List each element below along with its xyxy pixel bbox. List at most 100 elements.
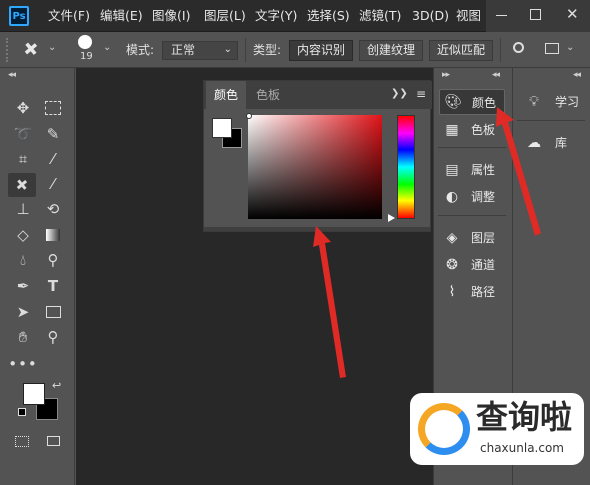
grid-icon: ▦ [445, 122, 459, 138]
channels-icon: ❂ [446, 257, 458, 273]
brush-preview-icon[interactable] [78, 35, 92, 49]
title-bar: Ps 文件(F) 编辑(E) 图像(I) 图层(L) 文字(Y) 选择(S) 滤… [0, 0, 590, 32]
panel-item-adjustments[interactable]: ◐ 调整 [439, 184, 505, 210]
menu-view[interactable]: 视图 [456, 0, 481, 32]
marquee-tool-icon[interactable] [43, 98, 63, 118]
tab-color[interactable]: 颜色 [206, 81, 246, 109]
panel-item-swatches[interactable]: ▦ 色板 [439, 117, 505, 143]
lasso-tool-icon[interactable]: ➰ [13, 124, 33, 144]
properties-icon: ▤ [445, 162, 459, 178]
brush-tool-icon[interactable]: ⁄ [43, 174, 63, 194]
move-tool-icon[interactable]: ✥ [13, 98, 33, 118]
hue-slider[interactable] [397, 115, 415, 219]
divider [517, 120, 585, 121]
minimize-icon[interactable] [496, 15, 507, 16]
mode-select[interactable]: 正常 ⌄ [162, 41, 238, 60]
chevron-down-icon[interactable]: ⌄ [48, 42, 56, 53]
panel-item-layers[interactable]: ◈ 图层 [439, 225, 505, 251]
expand-arrows-icon[interactable]: ❯❯ [391, 88, 408, 99]
crop-tool-icon[interactable]: ⌗ [13, 149, 33, 169]
menu-filter[interactable]: 滤镜(T) [359, 0, 401, 32]
panel-item-paths[interactable]: ⌇ 路径 [439, 279, 505, 305]
menu-image[interactable]: 图像(I) [152, 0, 190, 32]
adjustments-icon: ◐ [445, 189, 459, 205]
watermark-logo-icon [418, 403, 470, 455]
saturation-value-field[interactable] [248, 115, 382, 219]
watermark-url: chaxunla.com [480, 441, 564, 455]
panel-item-properties-label: 属性 [471, 163, 496, 177]
color-panel-tabs: 颜色 色板 ❯❯ ≡ [204, 81, 432, 109]
creative-cloud-icon: ☁ [527, 135, 541, 151]
collapse-arrows-icon[interactable]: ◂◂ [573, 70, 581, 80]
screen-mode-icon[interactable] [47, 436, 60, 446]
quick-selection-tool-icon[interactable]: ✎ [43, 124, 63, 144]
create-texture-button[interactable]: 创建纹理 [359, 40, 423, 61]
collapse-arrows-icon[interactable]: ▸▸ [442, 70, 450, 80]
layers-icon: ◈ [446, 230, 458, 246]
menu-file[interactable]: 文件(F) [48, 0, 90, 32]
panel-item-layers-label: 图层 [471, 231, 496, 245]
maximize-icon[interactable] [530, 9, 541, 20]
panel-menu-icon[interactable]: ≡ [416, 87, 426, 101]
divider [245, 38, 246, 62]
workspace-icon[interactable] [545, 43, 559, 54]
menu-edit[interactable]: 编辑(E) [100, 0, 143, 32]
menu-3d[interactable]: 3D(D) [412, 0, 449, 32]
panel-item-color[interactable]: 🎨︎ 颜色 [439, 89, 505, 115]
dodge-tool-icon[interactable]: ⚲ [43, 250, 63, 270]
options-bar: ✚ ⌄ 19 ⌄ 模式: 正常 ⌄ 类型: 内容识别 创建纹理 近似匹配 ⌄ [0, 32, 590, 68]
menu-layer[interactable]: 图层(L) [204, 0, 246, 32]
panel-bottom-edge [204, 227, 430, 231]
chevron-down-icon[interactable]: ⌄ [566, 42, 574, 53]
proximity-match-button[interactable]: 近似匹配 [429, 40, 493, 61]
close-icon[interactable]: ✕ [566, 5, 579, 23]
hand-tool-icon[interactable]: ✋︎ [13, 327, 33, 347]
panel-item-paths-label: 路径 [471, 285, 496, 299]
panel-item-libraries[interactable]: ☁ 库 [519, 130, 585, 156]
panel-item-learn[interactable]: 💡︎ 学习 [519, 89, 585, 115]
pen-tool-icon[interactable]: ✒ [13, 276, 33, 296]
type-label: 类型: [253, 43, 282, 57]
photoshop-logo: Ps [9, 6, 29, 26]
collapse-arrows-icon[interactable]: ◂◂ [8, 70, 16, 80]
menu-type[interactable]: 文字(Y) [255, 0, 297, 32]
swap-colors-icon[interactable]: ↩ [52, 379, 61, 392]
panel-foreground-swatch[interactable] [212, 118, 232, 138]
hue-slider-handle[interactable] [388, 214, 395, 222]
tab-swatches[interactable]: 色板 [248, 81, 288, 109]
brush-picker-chevron-icon[interactable]: ⌄ [103, 42, 111, 53]
eraser-tool-icon[interactable]: ◇ [13, 225, 33, 245]
path-selection-tool-icon[interactable]: ➤ [13, 302, 33, 322]
panel-item-color-label: 颜色 [472, 96, 497, 110]
quick-mask-icon[interactable] [15, 436, 29, 447]
blur-tool-icon[interactable]: 💧︎ [13, 250, 33, 270]
menu-select[interactable]: 选择(S) [307, 0, 350, 32]
chevron-down-icon: ⌄ [223, 44, 232, 55]
more-tools-icon[interactable]: ••• [8, 354, 37, 374]
search-icon[interactable] [513, 42, 524, 53]
panel-item-learn-label: 学习 [555, 95, 580, 109]
grip-icon [6, 38, 12, 62]
color-picker-handle[interactable] [246, 113, 252, 119]
history-brush-tool-icon[interactable]: ⟲ [43, 199, 63, 219]
panel-item-swatches-label: 色板 [471, 123, 496, 137]
spot-healing-brush-icon[interactable]: ✚ [15, 33, 49, 67]
content-aware-button[interactable]: 内容识别 [289, 40, 353, 61]
eyedropper-tool-icon[interactable]: ⁄ [43, 149, 63, 169]
mode-select-value: 正常 [171, 43, 196, 57]
zoom-tool-icon[interactable]: ⚲ [43, 327, 63, 347]
gradient-tool-icon[interactable] [43, 225, 63, 245]
watermark-title: 查询啦 [476, 398, 573, 436]
expand-arrows-icon[interactable]: ◂◂ [492, 70, 500, 80]
panel-item-channels[interactable]: ❂ 通道 [439, 252, 505, 278]
clone-stamp-tool-icon[interactable]: ⊥ [13, 199, 33, 219]
default-colors-icon[interactable] [18, 408, 26, 416]
panel-item-properties[interactable]: ▤ 属性 [439, 157, 505, 183]
type-tool-icon[interactable]: T [43, 276, 63, 296]
rectangle-tool-icon[interactable] [43, 302, 63, 322]
spot-healing-tool-icon[interactable]: ✚ [8, 173, 36, 197]
foreground-color-swatch[interactable] [23, 383, 45, 405]
window-controls: ✕ [486, 0, 590, 32]
divider [500, 38, 501, 62]
color-panel: 颜色 色板 ❯❯ ≡ [203, 80, 432, 232]
